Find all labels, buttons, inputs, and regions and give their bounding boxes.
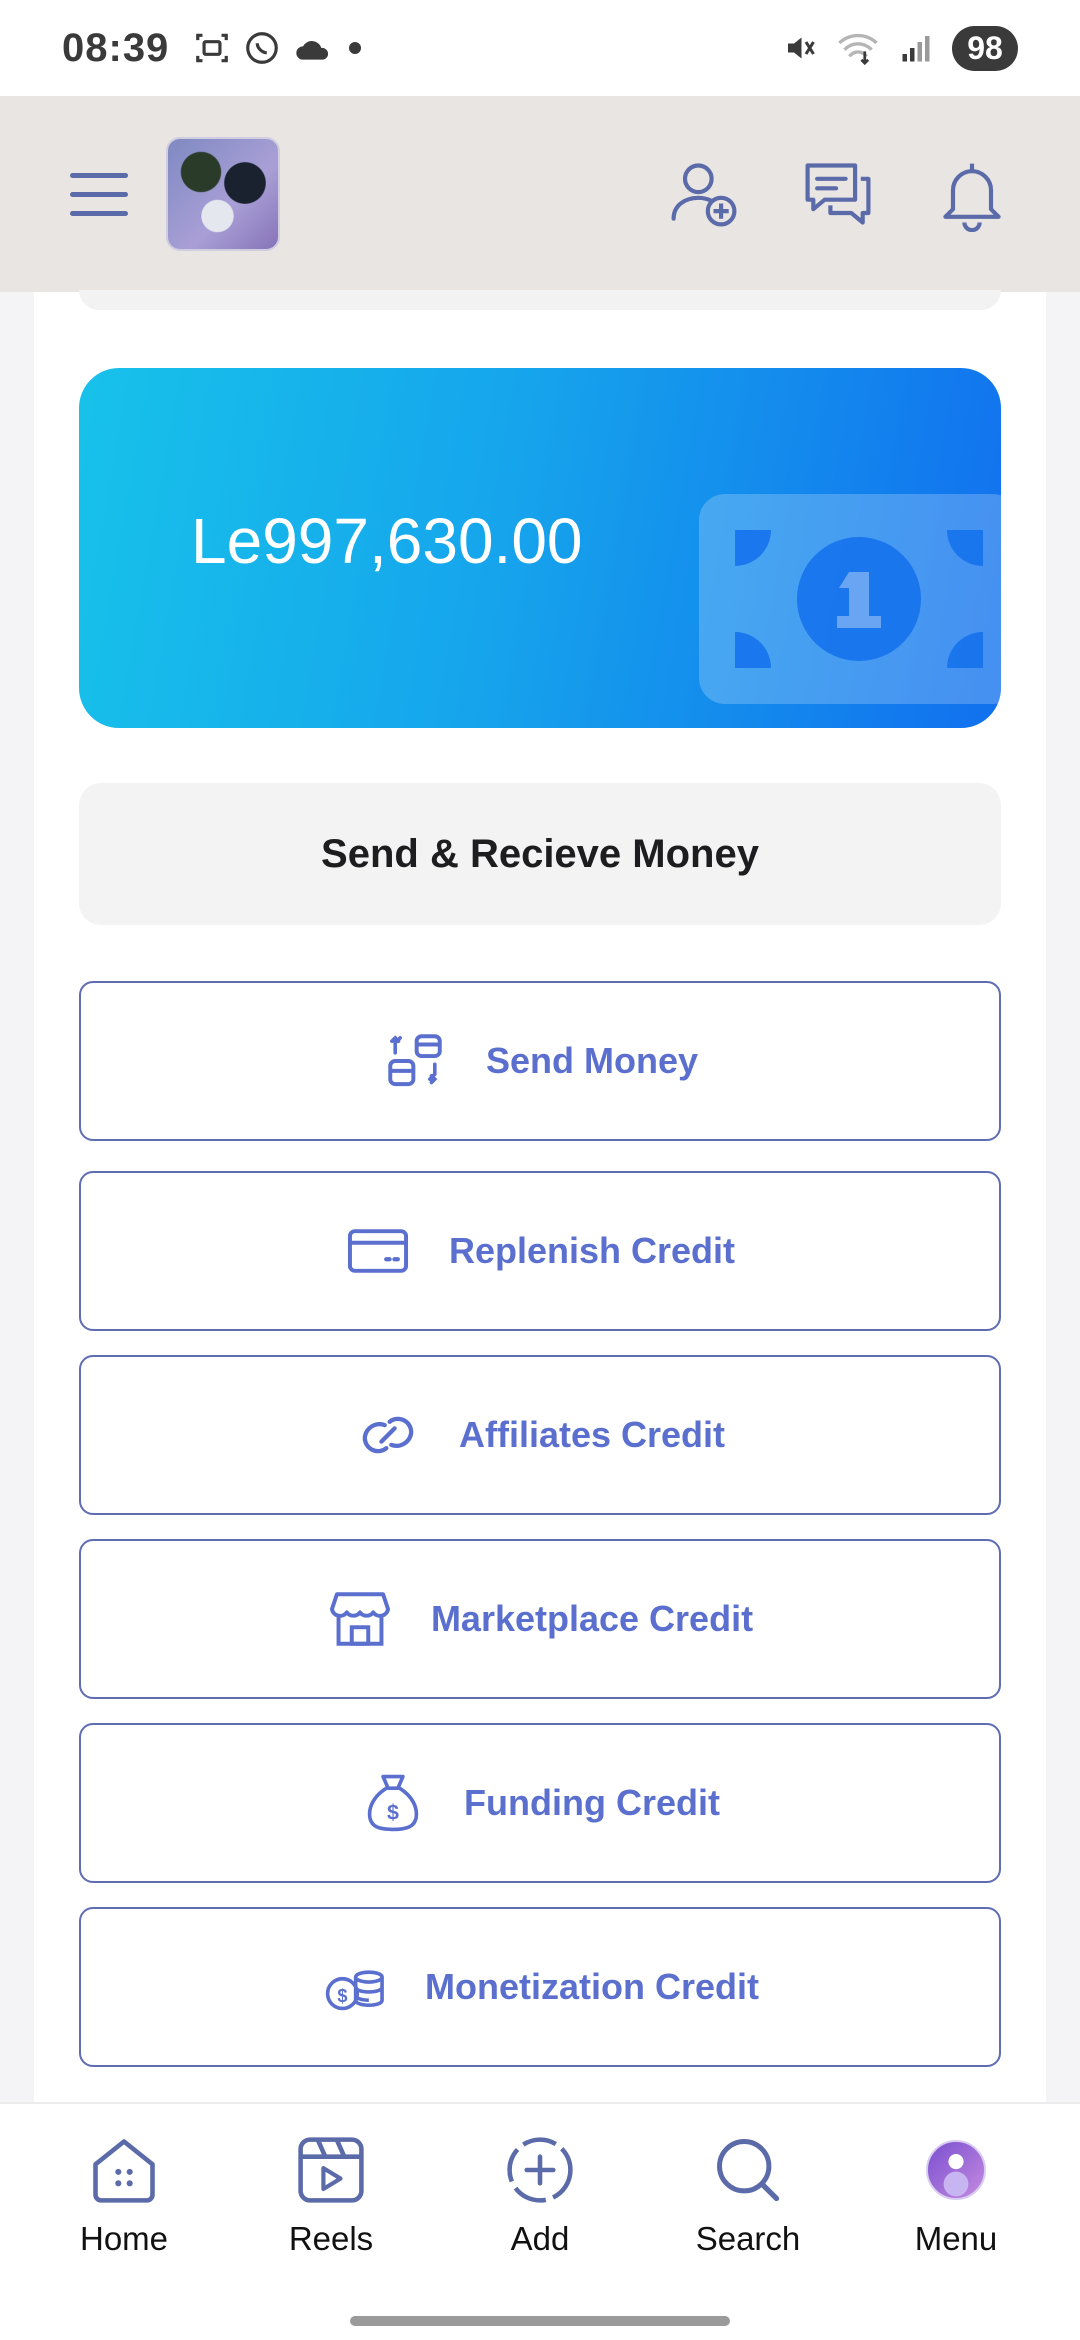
action-label: Replenish Credit: [448, 1230, 736, 1271]
credit-card-icon: [347, 1229, 408, 1273]
balance-amount: Le997,630.00: [191, 505, 583, 577]
nav-search[interactable]: Search: [658, 2132, 838, 2258]
messages-icon[interactable]: [800, 156, 876, 232]
action-label: Marketplace Credit: [430, 1598, 754, 1639]
status-bar: 08:39 98: [0, 0, 1080, 96]
wifi-icon: [838, 33, 878, 66]
replenish-credit-button[interactable]: Replenish Credit: [79, 1171, 1001, 1331]
status-notification-icons: [193, 29, 365, 67]
nav-label: Add: [510, 2220, 570, 2257]
whatsapp-icon: [246, 32, 279, 64]
app-header: [0, 96, 1080, 292]
dot-icon: [349, 42, 362, 54]
cloud-icon: [296, 41, 329, 60]
nav-label: Home: [79, 2220, 169, 2257]
svg-text:$: $: [337, 1986, 347, 2006]
right-gutter: [1046, 292, 1080, 2102]
add-user-icon[interactable]: [666, 156, 742, 232]
home-indicator[interactable]: [350, 2316, 730, 2326]
bottom-nav: Home Reels Add Search Menu: [0, 2102, 1080, 2340]
action-label: Send Money: [485, 1040, 699, 1081]
send-money-button[interactable]: Send Money: [79, 981, 1001, 1141]
svg-text:$: $: [387, 1801, 399, 1825]
balance-card: Le997,630.00: [79, 368, 1001, 728]
nav-label: Reels: [288, 2220, 374, 2257]
coins-icon: $: [325, 1970, 384, 2011]
affiliates-credit-button[interactable]: Affiliates Credit: [79, 1355, 1001, 1515]
header-actions: [666, 156, 1010, 232]
nav-home[interactable]: Home: [34, 2132, 214, 2258]
link-icon: [362, 1416, 414, 1454]
nav-add[interactable]: Add: [450, 2132, 630, 2258]
funding-credit-button[interactable]: $ Funding Credit: [79, 1723, 1001, 1883]
home-icon: [93, 2139, 155, 2203]
monetization-credit-button[interactable]: $ Monetization Credit: [79, 1907, 1001, 2067]
mute-icon: [788, 37, 815, 59]
nav-menu[interactable]: Menu: [866, 2132, 1046, 2258]
status-system-icons: 98: [782, 25, 1018, 71]
screenshot-icon: [196, 33, 229, 63]
action-label: Affiliates Credit: [458, 1414, 726, 1455]
action-label: Monetization Credit: [425, 1966, 759, 2007]
status-time: 08:39: [62, 25, 170, 70]
add-icon: [507, 2137, 573, 2203]
transfer-icon: [388, 1034, 442, 1087]
scrolled-card-edge: [79, 290, 1001, 310]
store-icon: [329, 1592, 390, 1646]
app-logo[interactable]: [166, 137, 280, 251]
reels-icon: [298, 2137, 364, 2203]
money-bag-icon: $: [367, 1774, 419, 1832]
left-gutter: [0, 292, 34, 2102]
search-icon: [717, 2139, 780, 2202]
hamburger-icon[interactable]: [70, 163, 132, 225]
notifications-icon[interactable]: [934, 156, 1010, 232]
marketplace-credit-button[interactable]: Marketplace Credit: [79, 1539, 1001, 1699]
profile-avatar: [926, 2140, 986, 2200]
battery-level: 98: [952, 25, 1018, 71]
nav-reels[interactable]: Reels: [241, 2132, 421, 2258]
section-title: Send & Recieve Money: [321, 831, 759, 876]
nav-label: Search: [695, 2220, 801, 2257]
action-label: Funding Credit: [464, 1782, 720, 1823]
banknote-icon: [699, 494, 1001, 704]
signal-icon: [902, 36, 930, 62]
section-header: Send & Recieve Money: [79, 783, 1001, 925]
wallet-content[interactable]: Le997,630.00 Send & Recieve Money Send M…: [34, 290, 1046, 2102]
nav-label: Menu: [914, 2220, 998, 2257]
